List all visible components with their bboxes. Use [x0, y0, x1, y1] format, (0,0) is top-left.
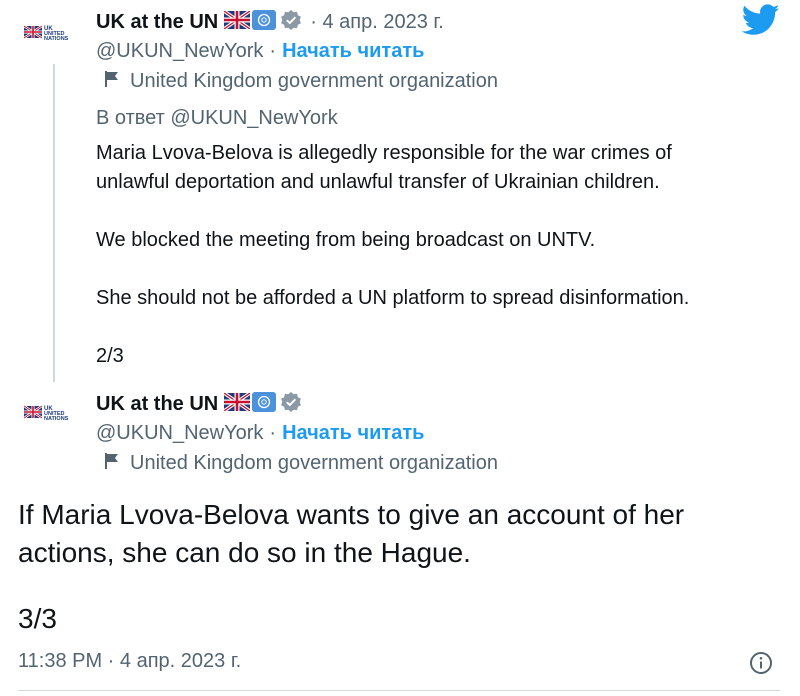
tweet-line: We blocked the meeting from being broadc…	[96, 229, 596, 251]
uk-flag-icon	[223, 9, 252, 34]
reply-tweet-header: UK at the UN · 4 апр. 2023 г. @UKUN_NewY…	[96, 8, 498, 96]
follow-button[interactable]: Начать читать	[282, 40, 424, 63]
avatar[interactable]: UK UNITED NATIONS	[22, 384, 82, 444]
verified-badge-icon	[280, 391, 302, 418]
org-label: United Kingdom government organization	[130, 451, 498, 474]
main-tweet-header: UK at the UN @UKUN_NewYork · Начать чита…	[96, 390, 498, 478]
uk-flag-icon	[223, 391, 252, 416]
government-flag-icon	[104, 70, 120, 93]
government-flag-icon	[104, 452, 120, 475]
info-icon[interactable]	[749, 651, 773, 680]
tweet-line: She should not be afforded a UN platform…	[96, 287, 690, 309]
display-name[interactable]: UK at the UN	[96, 11, 218, 34]
org-label: United Kingdom government organization	[130, 69, 498, 92]
divider	[18, 690, 780, 691]
svg-text:NATIONS: NATIONS	[44, 36, 69, 42]
un-flag-icon	[252, 391, 277, 417]
display-name[interactable]: UK at the UN	[96, 393, 218, 416]
avatar[interactable]: UK UNITED NATIONS	[22, 4, 82, 64]
thread-connector	[53, 62, 55, 382]
handle[interactable]: @UKUN_NewYork	[96, 422, 263, 445]
handle[interactable]: @UKUN_NewYork	[96, 40, 263, 63]
separator: ·	[269, 421, 277, 444]
uk-un-logo-icon: UK UNITED NATIONS	[23, 25, 69, 42]
tweet-line: If Maria Lvova-Belova wants to give an a…	[18, 499, 685, 530]
tweet-line: Maria Lvova-Belova is allegedly responsi…	[96, 142, 672, 164]
tweet-counter: 2/3	[96, 345, 124, 367]
uk-un-logo-icon: UK UNITED NATIONS	[23, 405, 69, 422]
un-flag-icon	[252, 9, 277, 35]
twitter-logo-icon[interactable]	[741, 4, 780, 41]
follow-button[interactable]: Начать читать	[282, 422, 424, 445]
verified-badge-icon	[280, 9, 302, 36]
svg-text:NATIONS: NATIONS	[44, 416, 69, 422]
tweet-timestamp[interactable]: 11:38 PM · 4 апр. 2023 г.	[18, 650, 241, 673]
separator: ·	[269, 39, 277, 62]
tweet-counter: 3/3	[18, 603, 57, 634]
tweet-date[interactable]: · 4 апр. 2023 г.	[310, 11, 444, 34]
tweet-line: unlawful deportation and unlawful transf…	[96, 171, 660, 193]
reply-to-label[interactable]: В ответ @UKUN_NewYork	[96, 104, 338, 133]
tweet-line: actions, she can do so in the Hague.	[18, 537, 471, 568]
